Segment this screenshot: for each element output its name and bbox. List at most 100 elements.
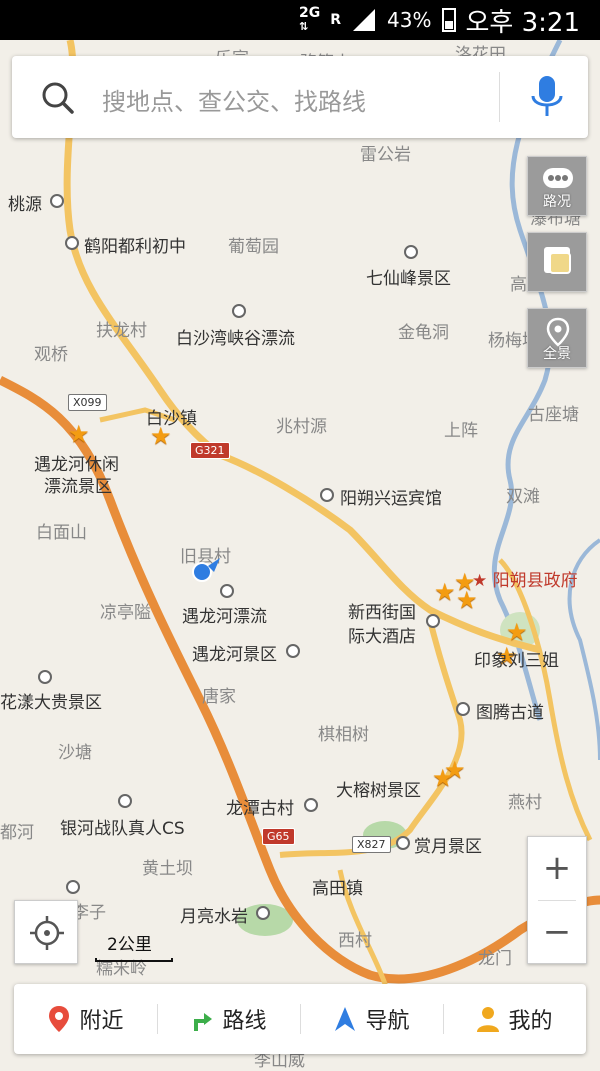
network-indicator: 2G ⇅ xyxy=(299,6,320,34)
network-type: 2G xyxy=(299,5,321,21)
scenic-icon xyxy=(304,798,318,812)
road-shield: X827 xyxy=(352,836,391,853)
place-label: 唐家 xyxy=(202,687,236,707)
bottom-nav: 附近 路线 导航 我的 xyxy=(14,984,586,1054)
clock: 오후 3:21 xyxy=(465,7,581,38)
hotel-icon xyxy=(426,614,440,628)
place-label: 双滩 xyxy=(506,487,540,507)
place-label: 龙门 xyxy=(478,949,512,969)
nav-route[interactable]: 路线 xyxy=(157,984,300,1054)
place-label: 金龟洞 xyxy=(398,323,449,343)
battery-icon xyxy=(441,8,456,32)
scenic-icon xyxy=(232,304,246,318)
nav-label: 导航 xyxy=(365,1009,410,1034)
scale-bar: 2公里 xyxy=(95,930,175,966)
landmark-icon xyxy=(50,194,64,208)
place-label: 上阵 xyxy=(444,421,478,441)
school-icon xyxy=(65,236,79,250)
scenic-icon xyxy=(38,670,52,684)
roaming-indicator: R xyxy=(330,12,342,28)
place-label: 漂流景区 xyxy=(44,477,112,497)
place-label: 赏月景区 xyxy=(414,837,482,857)
scenic-icon xyxy=(256,906,270,920)
nav-label: 附近 xyxy=(79,1009,124,1034)
traffic-button[interactable]: 路况 xyxy=(527,156,587,216)
scale-label: 2公里 xyxy=(107,935,152,955)
place-label: 高田镇 xyxy=(312,879,363,899)
place-label: 燕村 xyxy=(508,793,542,813)
star-icon[interactable]: ★ xyxy=(456,588,478,612)
place-label: 阳朔兴运宾馆 xyxy=(340,489,442,509)
scenic-icon xyxy=(220,584,234,598)
person-icon xyxy=(477,1007,500,1032)
panorama-label: 全景 xyxy=(543,346,571,362)
place-label: 观桥 xyxy=(34,345,68,365)
place-label: 际大酒店 xyxy=(348,627,416,647)
place-label: 龙潭古村 xyxy=(226,799,294,819)
star-icon[interactable]: ★ xyxy=(506,620,528,644)
battery-percent: 43% xyxy=(387,8,432,32)
road xyxy=(279,619,465,858)
place-label: 七仙峰景区 xyxy=(366,269,451,289)
place-label: 沙塘 xyxy=(58,743,92,763)
hotel-icon xyxy=(320,488,334,502)
nav-navigation[interactable]: 导航 xyxy=(300,984,443,1054)
data-arrows-icon: ⇅ xyxy=(299,20,309,33)
locate-button[interactable] xyxy=(14,900,78,964)
status-bar: 2G ⇅ R 43% 오후 3:21 xyxy=(0,0,600,40)
nav-mine[interactable]: 我的 xyxy=(443,984,586,1054)
place-label: 新西街国 xyxy=(348,603,416,623)
scenic-icon xyxy=(118,794,132,808)
navigation-arrow-icon xyxy=(335,1007,356,1031)
road-shield: X099 xyxy=(68,394,107,411)
star-icon[interactable]: ★ xyxy=(68,422,90,446)
scenic-icon xyxy=(404,245,418,259)
search-icon xyxy=(42,82,74,114)
nav-label: 路线 xyxy=(222,1009,267,1034)
place-label: 印象刘三姐 xyxy=(474,651,559,671)
traffic-icon xyxy=(543,168,573,188)
place-label: 扶龙村 xyxy=(96,321,147,341)
road-shield: G65 xyxy=(262,828,295,845)
scenic-icon xyxy=(456,702,470,716)
star-icon[interactable]: ★ xyxy=(150,424,172,448)
zoom-out-button[interactable]: − xyxy=(528,901,586,964)
map-canvas[interactable]: 乐宣 骆筚山 洛花田 雷公岩 桃源 鹤阳都利初中 葡萄园 七仙峰景区 瀑布塘 高… xyxy=(0,40,600,1071)
nav-nearby[interactable]: 附近 xyxy=(14,984,157,1054)
place-label: 图腾古道 xyxy=(476,703,544,723)
place-label: 兆村源 xyxy=(276,417,327,437)
place-label: 凉亭隘 xyxy=(100,603,151,623)
road-shield: G321 xyxy=(190,442,230,459)
star-icon[interactable]: ★ xyxy=(434,580,456,604)
layers-icon xyxy=(544,247,571,274)
scale-line xyxy=(95,958,173,962)
scenic-icon xyxy=(66,880,80,894)
star-icon[interactable]: ★ xyxy=(444,758,466,782)
layers-button[interactable] xyxy=(527,232,587,292)
place-label: 黄土坝 xyxy=(142,859,193,879)
signal-icon xyxy=(353,9,376,31)
traffic-label: 路况 xyxy=(543,194,571,210)
place-label: 古座塘 xyxy=(528,405,579,425)
place-label: 白面山 xyxy=(36,523,87,543)
zoom-in-button[interactable]: + xyxy=(528,837,586,900)
route-arrow-icon xyxy=(194,1013,213,1031)
place-label: 大榕树景区 xyxy=(336,781,421,801)
place-label: 西村 xyxy=(338,931,372,951)
panorama-button[interactable]: 全景 xyxy=(527,308,587,368)
search-input[interactable]: 搜地点、查公交、找路线 xyxy=(102,82,366,117)
place-label: 雷公岩 xyxy=(360,145,411,165)
gov-label: 阳朔县政府 xyxy=(492,571,578,591)
microphone-icon[interactable] xyxy=(527,74,567,120)
location-pin-icon xyxy=(49,1006,70,1032)
place-label: 遇龙河景区 xyxy=(192,645,277,665)
place-label: 银河战队真人CS xyxy=(60,819,185,839)
place-label: 桃源 xyxy=(8,195,42,215)
place-label: 都河 xyxy=(0,823,34,843)
nav-label: 我的 xyxy=(508,1009,553,1034)
place-label: 棋相树 xyxy=(318,725,369,745)
place-label: 白沙湾峡谷漂流 xyxy=(176,329,295,349)
search-bar[interactable]: 搜地点、查公交、找路线 xyxy=(12,56,588,138)
divider xyxy=(499,72,500,122)
place-label: 鹤阳都利初中 xyxy=(84,237,186,257)
